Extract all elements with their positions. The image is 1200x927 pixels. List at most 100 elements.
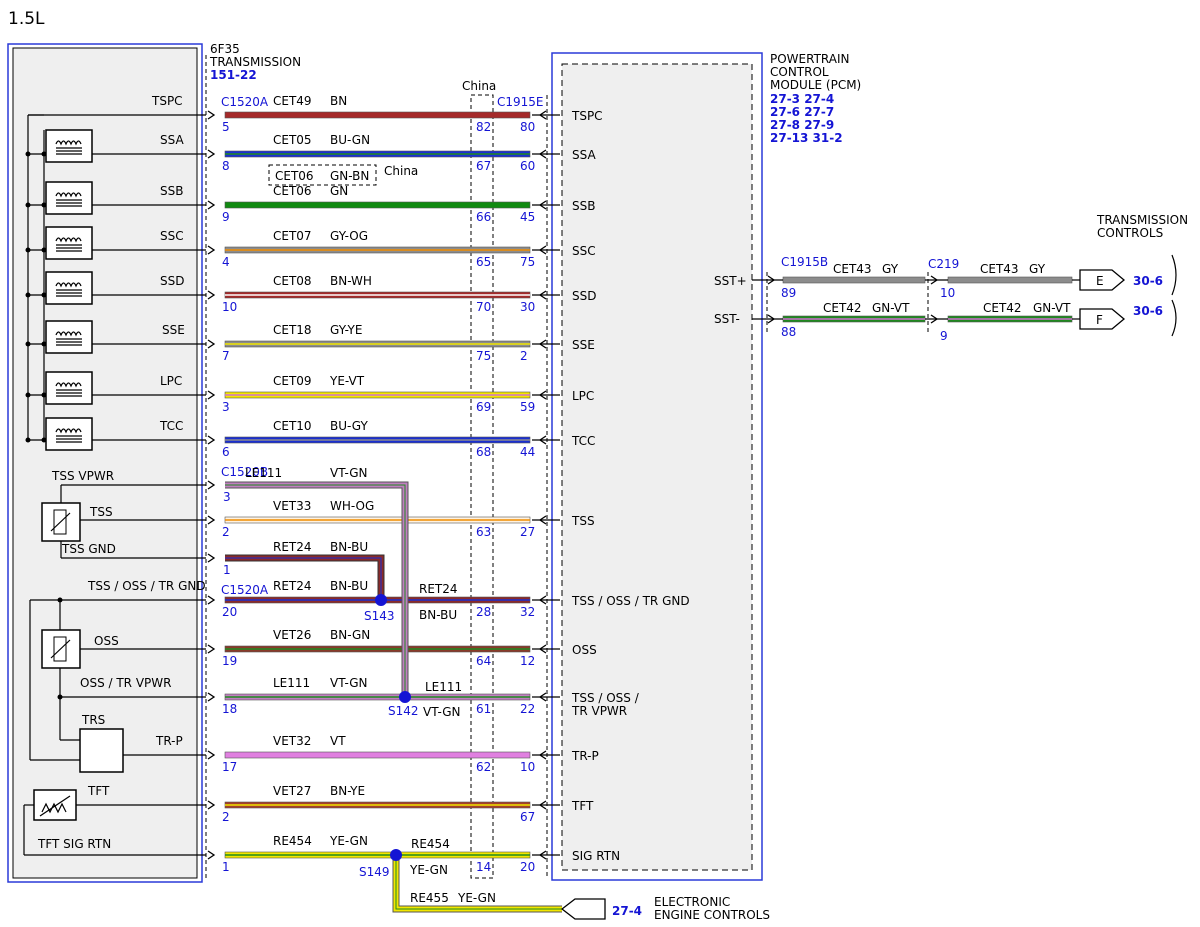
pcm-pin-label2-ossvpwr: TR VPWR bbox=[571, 704, 627, 718]
circuit-sigrtn: RE454 bbox=[273, 834, 312, 848]
circuit-ssc: CET07 bbox=[273, 229, 312, 243]
sst-plus-color-2: GY bbox=[1029, 262, 1046, 276]
color-ossvpwr: VT-GN bbox=[330, 676, 367, 690]
pin-left-tspc: 5 bbox=[222, 120, 230, 134]
pcm-pin-label-ssd: SSD bbox=[572, 289, 596, 303]
pin-china-ossvpwr: 61 bbox=[476, 702, 491, 716]
transmission-ref[interactable]: 151-22 bbox=[210, 68, 257, 82]
splice-dot-s142[interactable] bbox=[399, 691, 411, 703]
color-tss: WH-OG bbox=[330, 499, 374, 513]
tc-label-1: TRANSMISSION bbox=[1096, 213, 1188, 227]
pin-tss-vpwr: 3 bbox=[223, 490, 231, 504]
pin-left-tss: 2 bbox=[222, 525, 230, 539]
eec-circuit: RE455 bbox=[410, 891, 449, 905]
color-trp: VT bbox=[330, 734, 346, 748]
pin-china-tssgnd: 28 bbox=[476, 605, 491, 619]
pcm-pin-label-tcc: TCC bbox=[571, 434, 595, 448]
pin-china-oss: 64 bbox=[476, 654, 491, 668]
color-ssd: BN-WH bbox=[330, 274, 372, 288]
sst-minus-pin-c219: 9 bbox=[940, 329, 948, 343]
splice-s143[interactable]: S143 bbox=[364, 609, 395, 623]
pin-pcm-tspc: 80 bbox=[520, 120, 535, 134]
pcm-pin-label-ssa: SSA bbox=[572, 148, 596, 162]
eec-ref[interactable]: 27-4 bbox=[612, 904, 642, 918]
circuit-sse: CET18 bbox=[273, 323, 312, 337]
pin-china-tspc: 82 bbox=[476, 120, 491, 134]
wire-sst-minus-a bbox=[782, 315, 926, 323]
color-sse: GY-YE bbox=[330, 323, 362, 337]
left-label-ssc: SSC bbox=[160, 229, 184, 243]
pcm-ref-4[interactable]: 27-13 31-2 bbox=[770, 131, 843, 145]
color-tssgnd: BN-BU bbox=[330, 579, 368, 593]
connector-c219[interactable]: C219 bbox=[928, 257, 959, 271]
circuit-ssa: CET05 bbox=[273, 133, 312, 147]
pcm-ref-1[interactable]: 27-3 27-4 bbox=[770, 92, 834, 106]
pin-left-ssa: 8 bbox=[222, 159, 230, 173]
pin-pcm-lpc: 59 bbox=[520, 400, 535, 414]
pcm-ref-3[interactable]: 27-8 27-9 bbox=[770, 118, 834, 132]
splice-le111-color: VT-GN bbox=[423, 705, 460, 719]
color-sigrtn: YE-GN bbox=[329, 834, 368, 848]
left-label-lpc: LPC bbox=[160, 374, 182, 388]
pin-china-lpc: 69 bbox=[476, 400, 491, 414]
circuit-tcc: CET10 bbox=[273, 419, 312, 433]
circuit-ssd: CET08 bbox=[273, 274, 312, 288]
splice-s142[interactable]: S142 bbox=[388, 704, 419, 718]
circuit-ssb: CET06 bbox=[273, 184, 312, 198]
wire-sse bbox=[224, 340, 531, 348]
wire-ssa bbox=[224, 150, 531, 158]
pcm-pin-label-tssgnd: TSS / OSS / TR GND bbox=[571, 594, 690, 608]
pcm-pin-label-ossvpwr: TSS / OSS / bbox=[571, 691, 640, 705]
wire-ssb bbox=[224, 201, 531, 209]
tc-label-2: CONTROLS bbox=[1097, 226, 1163, 240]
dest-e-ref[interactable]: 30-6 bbox=[1133, 274, 1163, 288]
connector-c1520a-2[interactable]: C1520A bbox=[221, 583, 269, 597]
pcm-ref-2[interactable]: 27-6 27-7 bbox=[770, 105, 834, 119]
pcm-pin-label-tft: TFT bbox=[571, 799, 594, 813]
sst-minus-circuit: CET42 bbox=[823, 301, 862, 315]
color-lpc: YE-VT bbox=[329, 374, 365, 388]
splice-dot-s143[interactable] bbox=[375, 594, 387, 606]
pin-pcm-sse: 2 bbox=[520, 349, 528, 363]
splice-s149[interactable]: S149 bbox=[359, 865, 390, 879]
color-tspc: BN bbox=[330, 94, 347, 108]
solenoid-lpc bbox=[45, 371, 93, 405]
pin-left-sse: 7 bbox=[222, 349, 230, 363]
sst-plus-pin-c219: 10 bbox=[940, 286, 955, 300]
wire-sst-minus-b bbox=[947, 315, 1073, 323]
pcm-pin-label-ssb: SSB bbox=[572, 199, 595, 213]
color-tcc: BU-GY bbox=[330, 419, 368, 433]
circuit-ossvpwr: LE111 bbox=[273, 676, 310, 690]
pin-china-tcc: 68 bbox=[476, 445, 491, 459]
splice-ret24-color: BN-BU bbox=[419, 608, 457, 622]
left-label-ssd: SSD bbox=[160, 274, 184, 288]
splice-dot-s149[interactable] bbox=[390, 849, 402, 861]
pcm-pin-label-tss: TSS bbox=[571, 514, 595, 528]
tss-gnd-color: BN-BU bbox=[330, 540, 368, 554]
connector-c1915b[interactable]: C1915B bbox=[781, 255, 828, 269]
color-oss: BN-GN bbox=[330, 628, 370, 642]
dest-f-ref[interactable]: 30-6 bbox=[1133, 304, 1163, 318]
solenoid-sse bbox=[45, 320, 93, 354]
pcm-label-2: CONTROL bbox=[770, 65, 829, 79]
pcm-label-1: POWERTRAIN bbox=[770, 52, 850, 66]
pcm-pin-label-ssc: SSC bbox=[572, 244, 596, 258]
circuit-lpc: CET09 bbox=[273, 374, 312, 388]
transmission-label-1: 6F35 bbox=[210, 42, 240, 56]
connector-c1520a[interactable]: C1520A bbox=[221, 95, 269, 109]
sst-minus-color-2: GN-VT bbox=[1033, 301, 1071, 315]
oss-label: OSS bbox=[94, 634, 119, 648]
left-label-ssa: SSA bbox=[160, 133, 184, 147]
wire-ssd bbox=[224, 291, 531, 299]
pin-tss-gnd: 1 bbox=[223, 563, 231, 577]
connector-c1915e[interactable]: C1915E bbox=[497, 95, 544, 109]
wire-tspc bbox=[224, 111, 531, 119]
splice-ret24-circuit: RET24 bbox=[419, 582, 458, 596]
tft-sig-rtn-label: TFT SIG RTN bbox=[37, 837, 111, 851]
wire-oss bbox=[224, 645, 531, 653]
tss-gnd-circuit: RET24 bbox=[273, 540, 312, 554]
pin-china-ssc: 65 bbox=[476, 255, 491, 269]
page-title: 1.5L bbox=[8, 9, 45, 29]
pcm-pin-label-tspc: TSPC bbox=[571, 109, 603, 123]
left-label-tft: TFT bbox=[87, 784, 110, 798]
